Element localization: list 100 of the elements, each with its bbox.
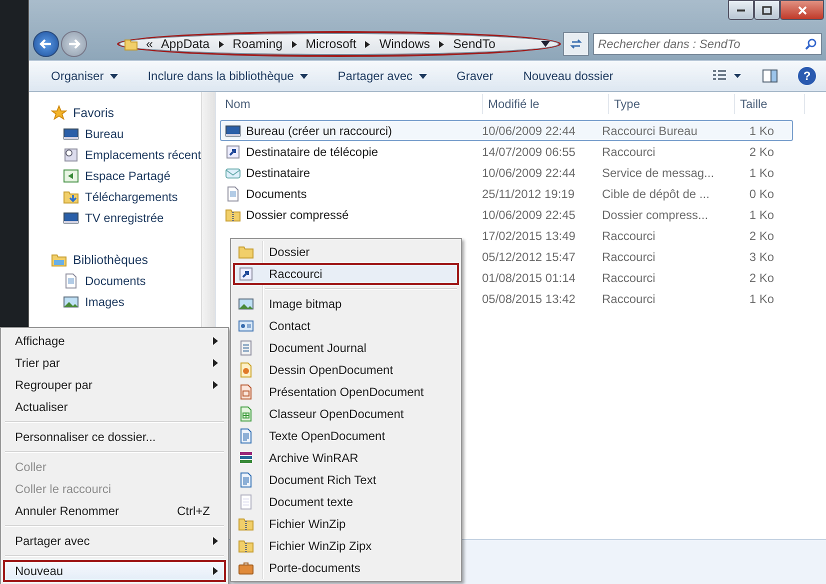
breadcrumb[interactable]: AppData (160, 37, 210, 51)
table-cell-text: Service de messag... (601, 166, 716, 180)
sidebar-item[interactable]: Documents (29, 270, 202, 291)
column-header[interactable]: Modifié le (483, 94, 609, 114)
help-button[interactable]: ? (798, 67, 816, 85)
table-cell-text: 2 Ko (748, 228, 775, 242)
star-icon (51, 104, 67, 120)
download-folder-icon (63, 188, 79, 204)
zip-folder-icon (238, 516, 254, 532)
column-header[interactable]: Nom (220, 94, 483, 114)
folder-icon (238, 244, 254, 260)
menu-item[interactable]: Document Rich Text (233, 469, 459, 491)
menu-item[interactable]: Trier par (3, 352, 226, 374)
menu-item[interactable]: Dessin OpenDocument (233, 359, 459, 381)
column-header[interactable]: Taille (735, 94, 805, 114)
table-cell-text: Raccourci (601, 270, 656, 284)
zip-folder-icon (238, 538, 254, 554)
table-cell-text: 1 Ko (748, 292, 775, 306)
breadcrumb[interactable]: Roaming (232, 37, 283, 51)
menu-item[interactable]: Regrouper par (3, 374, 226, 396)
table-cell-text: 05/12/2012 15:47 (481, 250, 576, 264)
back-button[interactable] (33, 31, 59, 57)
arrow-right-icon (67, 37, 81, 51)
submenu-arrow-icon (213, 381, 218, 389)
refresh-icon[interactable] (563, 32, 589, 56)
share-icon (63, 168, 79, 184)
monitor-icon (63, 126, 79, 142)
shortcut-icon (238, 266, 254, 282)
menu-item[interactable]: Annuler Renommer Ctrl+Z (3, 500, 226, 522)
menu-item[interactable]: Porte-documents (233, 557, 459, 579)
menu-item[interactable]: Affichage (3, 330, 226, 352)
shortcut-icon (225, 144, 241, 160)
table-cell-text: 2 Ko (748, 270, 775, 284)
menu-item[interactable]: Nouveau (3, 560, 226, 582)
view-options-button[interactable] (712, 70, 742, 82)
file-name: Destinataire (246, 166, 310, 180)
arrow-right-icon (364, 40, 372, 48)
submenu-arrow-icon (213, 567, 218, 575)
search-field[interactable]: Rechercher dans : SendTo (593, 33, 822, 55)
toolbar-button[interactable]: Nouveau dossier (523, 69, 614, 83)
menu-item[interactable]: Personnaliser ce dossier... (3, 426, 226, 448)
arrow-right-icon (438, 40, 446, 48)
table-cell-text: 14/07/2009 06:55 (481, 144, 576, 158)
menu-item[interactable]: Actualiser (3, 396, 226, 418)
menu-item[interactable]: Contact (233, 315, 459, 337)
forward-button[interactable] (61, 31, 87, 57)
zip-folder-icon (225, 206, 241, 222)
sidebar-item[interactable]: Espace Partagé (29, 165, 202, 186)
menu-item[interactable]: Texte OpenDocument (233, 425, 459, 447)
presentation-file-icon (238, 384, 254, 400)
column-header[interactable]: Type (609, 94, 735, 114)
preview-pane-button[interactable] (762, 69, 778, 83)
contact-card-icon (238, 318, 254, 334)
toolbar-button[interactable]: Inclure dans la bibliothèque (148, 69, 308, 83)
menu-item[interactable]: Archive WinRAR (233, 447, 459, 469)
sidebar-item[interactable]: Images (29, 291, 202, 312)
menu-item[interactable]: Raccourci (233, 263, 459, 285)
menu-item[interactable]: Fichier WinZip Zipx (233, 535, 459, 557)
menu-item[interactable]: Dossier (233, 241, 459, 263)
menu-item[interactable]: Document Journal (233, 337, 459, 359)
books-stack-icon (238, 450, 254, 466)
menu-item[interactable]: Image bitmap (233, 293, 459, 315)
selected-row[interactable]: Bureau (créer un raccourci) 10/06/2009 22:44 Raccourci Bureau 1 Ko (220, 120, 793, 141)
close-button[interactable] (780, 0, 824, 20)
menu-item[interactable]: Document texte (233, 491, 459, 513)
arrow-left-icon (39, 37, 53, 51)
dropdown-arrow-icon (541, 41, 550, 47)
menu-item[interactable]: Classeur OpenDocument (233, 403, 459, 425)
sidebar-item[interactable]: Téléchargements (29, 186, 202, 207)
folder-icon (124, 37, 138, 51)
clock-icon (63, 146, 79, 162)
maximize-button[interactable] (754, 0, 780, 20)
sidebar-group[interactable]: Bibliothèques (29, 249, 202, 270)
shortcut-label: Ctrl+Z (177, 504, 210, 518)
overflow-chevron[interactable]: « (146, 37, 153, 51)
toolbar-button[interactable]: Graver (456, 69, 494, 83)
sidebar-item[interactable]: TV enregistrée (29, 207, 202, 228)
toolbar-button[interactable]: Partager avec (338, 69, 427, 83)
briefcase-icon (238, 560, 254, 576)
sidebar-item[interactable]: Emplacements récent (29, 144, 202, 165)
menu-item[interactable]: Partager avec (3, 530, 226, 552)
breadcrumb[interactable]: Microsoft (306, 37, 356, 51)
breadcrumb[interactable]: Windows (379, 37, 430, 51)
table-cell-text: 10/06/2009 22:44 (481, 166, 576, 180)
minimize-button[interactable] (728, 0, 754, 20)
sidebar-group[interactable]: Favoris (29, 102, 202, 123)
address-bar[interactable]: « AppData Roaming Microsoft Windows SendTo (119, 33, 559, 55)
sidebar-item[interactable]: Bureau (29, 123, 202, 144)
table-cell-text: Raccourci (601, 228, 656, 242)
breadcrumb[interactable]: SendTo (453, 37, 496, 51)
menu-item[interactable]: Présentation OpenDocument (233, 381, 459, 403)
table-cell-text: 17/02/2015 13:49 (481, 228, 576, 242)
drawing-file-icon (238, 362, 254, 378)
notepad-icon (238, 494, 254, 510)
table-cell-text: 3 Ko (748, 250, 775, 264)
menu-item[interactable]: Fichier WinZip (233, 513, 459, 535)
submenu-arrow-icon (213, 359, 218, 367)
text-file-icon (238, 472, 254, 488)
document-icon (63, 272, 79, 288)
toolbar-button[interactable]: Organiser (51, 69, 118, 83)
